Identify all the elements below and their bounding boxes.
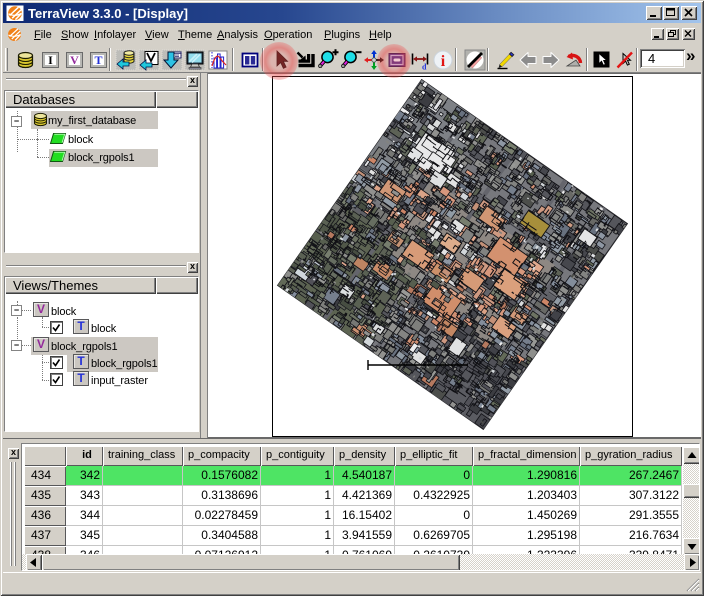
svg-text:i: i: [440, 53, 445, 70]
svg-text:T: T: [94, 53, 102, 67]
svg-text:V: V: [70, 53, 79, 67]
svg-text:I: I: [48, 53, 53, 67]
svg-text:d: d: [422, 63, 427, 72]
